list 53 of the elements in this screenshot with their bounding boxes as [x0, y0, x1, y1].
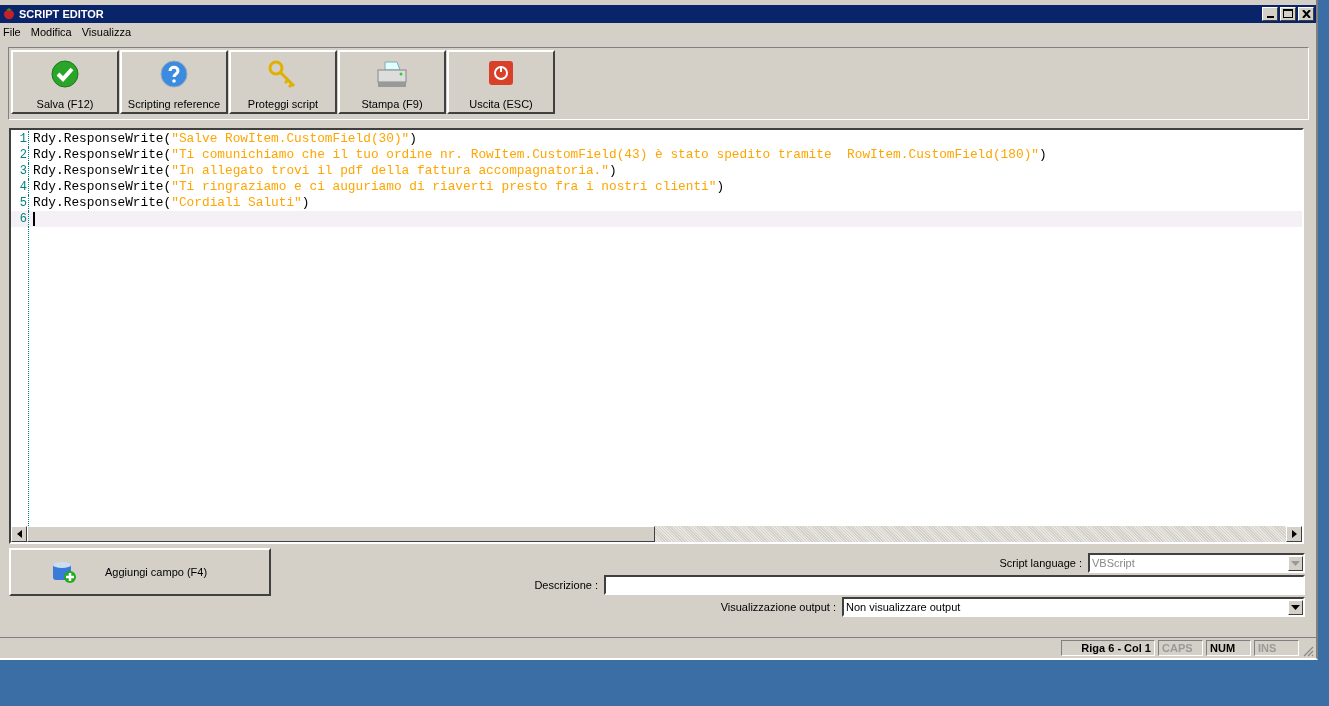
- line-number: 1: [11, 130, 29, 147]
- menu-item[interactable]: Modifica: [30, 25, 72, 40]
- text-cursor: [33, 211, 35, 226]
- minimize-icon: [1266, 15, 1274, 18]
- checkmark-icon: [51, 59, 79, 88]
- line-number: 3: [11, 162, 29, 179]
- code-line: Rdy.ResponseWrite("Salve RowItem.CustomField(30)"): [33, 131, 417, 147]
- minimize-button[interactable]: [1262, 6, 1278, 21]
- resize-grip-icon: [1302, 645, 1314, 657]
- field-label: Script language :: [999, 557, 1082, 570]
- horizontal-scrollbar[interactable]: [11, 526, 1302, 543]
- scroll-left-button[interactable]: [11, 526, 27, 543]
- key-indicator: NUM: [1206, 640, 1251, 657]
- scrollbar-thumb[interactable]: [27, 526, 655, 543]
- menu-item[interactable]: File: [3, 25, 21, 40]
- line-number: 4: [11, 178, 29, 195]
- dropdown-arrow-icon: [1291, 604, 1300, 610]
- help-icon: [160, 59, 188, 88]
- line-number: 5: [11, 194, 29, 211]
- scroll-right-button[interactable]: [1286, 526, 1302, 543]
- database-add-icon: [51, 560, 77, 585]
- menu-item[interactable]: Visualizza: [81, 25, 132, 40]
- line-number: 6: [11, 210, 29, 227]
- add-field-button[interactable]: Aggiungi campo (F4): [9, 548, 271, 597]
- cursor-position: Riga 6 - Col 1: [1061, 640, 1155, 657]
- toolbar-button[interactable]: Proteggi script: [229, 49, 337, 114]
- dropdown-arrow-icon: [1291, 560, 1300, 566]
- maximize-icon: [1283, 9, 1293, 19]
- maximize-button[interactable]: [1280, 6, 1296, 21]
- description-field[interactable]: [604, 575, 1305, 596]
- toolbar-button[interactable]: Salva (F12): [11, 49, 119, 114]
- printer-icon: [376, 59, 408, 90]
- close-icon: [1301, 9, 1311, 18]
- toolbar-button[interactable]: Stampa (F9): [338, 49, 446, 114]
- code-line: Rdy.ResponseWrite("In allegato trovi il pdf della fattura accompagnatoria."): [33, 163, 617, 179]
- power-icon: [488, 59, 514, 86]
- toolbar-button[interactable]: Scripting reference: [120, 49, 228, 114]
- window-title: SCRIPT EDITOR: [19, 7, 105, 20]
- output-dropdown[interactable]: Non visualizzare output: [842, 597, 1305, 618]
- key-indicator: CAPS: [1158, 640, 1203, 657]
- left-arrow-icon: [16, 530, 22, 539]
- key-indicator: INS: [1254, 640, 1299, 657]
- right-arrow-icon: [1291, 530, 1297, 539]
- strawberry-icon: [2, 6, 16, 21]
- toolbar-button[interactable]: Uscita (ESC): [447, 49, 555, 114]
- code-line: Rdy.ResponseWrite("Ti comunichiamo che il tuo ordine nr. RowItem.CustomField(43) è stato spedito tramite RowItem.CustomField(180)"): [33, 147, 1047, 163]
- code-line: Rdy.ResponseWrite("Ti ringraziamo e ci auguriamo di riaverti presto fra i nostri clienti"): [33, 179, 725, 195]
- field-label: Descrizione :: [534, 579, 598, 592]
- line-number: 2: [11, 146, 29, 163]
- close-button[interactable]: [1298, 6, 1314, 21]
- field-label: Visualizzazione output :: [720, 601, 836, 614]
- key-icon: [268, 59, 298, 90]
- code-line: Rdy.ResponseWrite("Cordiali Saluti"): [33, 195, 310, 211]
